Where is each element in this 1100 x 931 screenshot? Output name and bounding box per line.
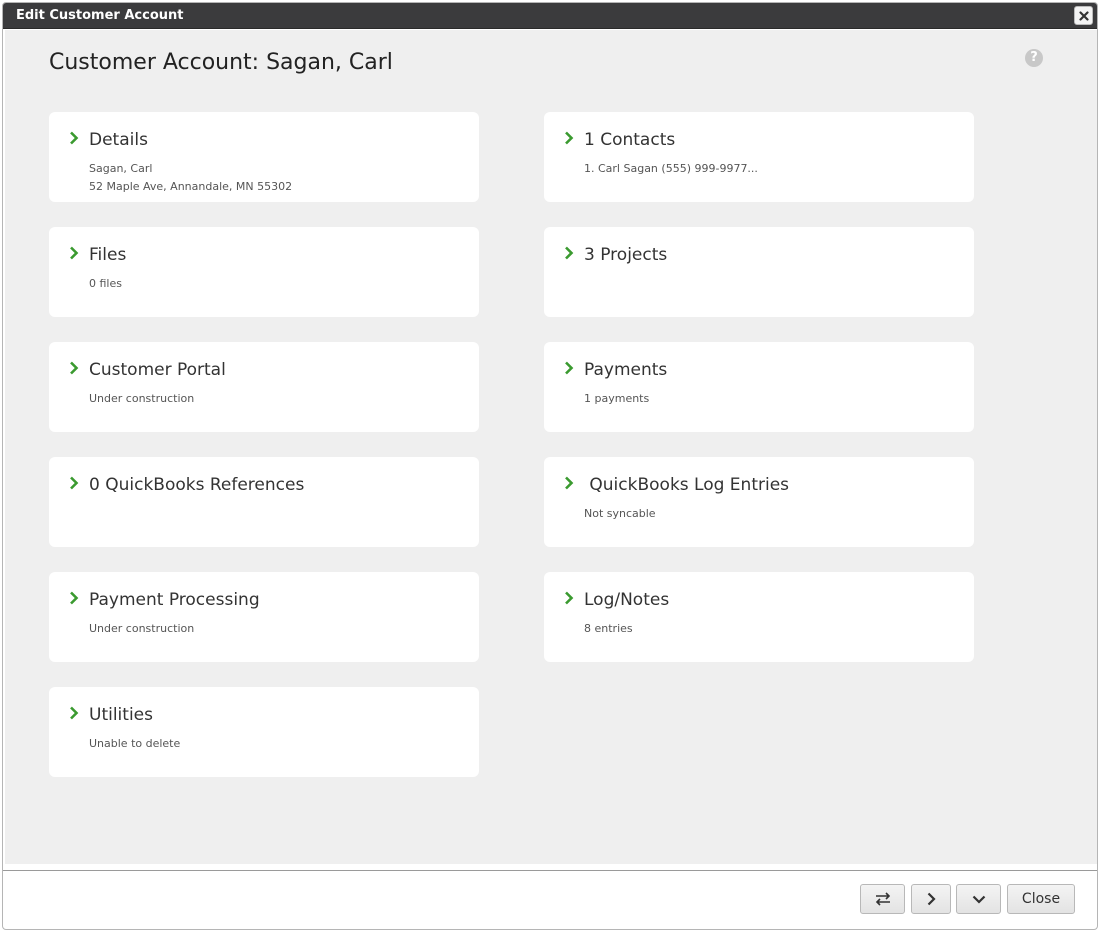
card-title: Details — [89, 130, 148, 150]
chevron-right-icon — [70, 131, 79, 145]
card-customer-portal[interactable]: Customer Portal Under construction — [49, 342, 479, 432]
page-title: Customer Account: Sagan, Carl — [49, 50, 393, 75]
card-title: Files — [89, 245, 127, 265]
card-subtitle: Sagan, Carl 52 Maple Ave, Annandale, MN … — [89, 160, 292, 196]
card-title: 0 QuickBooks References — [89, 475, 305, 495]
dialog-titlebar: Edit Customer Account — [3, 3, 1097, 29]
close-button-label: Close — [1021, 891, 1061, 907]
card-subtitle: 1 payments — [584, 392, 650, 405]
card-title: Payment Processing — [89, 590, 260, 610]
expand-down-button[interactable] — [956, 884, 1001, 914]
chevron-right-icon — [70, 706, 79, 720]
chevron-right-icon — [565, 591, 574, 605]
chevron-right-icon — [70, 591, 79, 605]
card-title: QuickBooks Log Entries — [584, 475, 790, 495]
footer-divider — [3, 870, 1097, 871]
swap-arrows-icon — [875, 892, 890, 906]
card-title: 1 Contacts — [584, 130, 676, 150]
help-icon[interactable]: ? — [1025, 49, 1043, 67]
card-title: 3 Projects — [584, 245, 668, 265]
details-address: 52 Maple Ave, Annandale, MN 55302 — [89, 180, 293, 193]
card-subtitle: Not syncable — [584, 507, 656, 520]
card-payment-processing[interactable]: Payment Processing Under construction — [49, 572, 479, 662]
card-subtitle: Unable to delete — [89, 737, 181, 750]
card-details[interactable]: Details Sagan, Carl 52 Maple Ave, Annand… — [49, 112, 479, 202]
card-projects[interactable]: 3 Projects — [544, 227, 974, 317]
card-subtitle: 1. Carl Sagan (555) 999-9977... — [584, 162, 758, 175]
card-quickbooks-references[interactable]: 0 QuickBooks References — [49, 457, 479, 547]
dialog-title: Edit Customer Account — [16, 8, 184, 23]
chevron-right-icon — [70, 476, 79, 490]
chevron-right-icon — [565, 476, 574, 490]
card-utilities[interactable]: Utilities Unable to delete — [49, 687, 479, 777]
next-button[interactable] — [911, 884, 951, 914]
card-title: Log/Notes — [584, 590, 670, 610]
card-files[interactable]: Files 0 files — [49, 227, 479, 317]
chevron-right-icon — [565, 131, 574, 145]
dialog-close-button[interactable] — [1074, 6, 1093, 25]
chevron-down-icon — [972, 895, 985, 904]
card-quickbooks-log-entries[interactable]: QuickBooks Log Entries Not syncable — [544, 457, 974, 547]
card-contacts[interactable]: 1 Contacts 1. Carl Sagan (555) 999-9977.… — [544, 112, 974, 202]
chevron-right-icon — [565, 361, 574, 375]
card-title: Utilities — [89, 705, 153, 725]
chevron-right-icon — [70, 361, 79, 375]
dialog-content: Customer Account: Sagan, Carl ? Details … — [5, 30, 1097, 864]
close-icon — [1078, 10, 1089, 21]
edit-customer-dialog: Edit Customer Account Customer Account: … — [2, 2, 1098, 930]
card-subtitle: 0 files — [89, 277, 122, 290]
card-subtitle: 8 entries — [584, 622, 633, 635]
swap-button[interactable] — [860, 884, 905, 914]
card-title: Customer Portal — [89, 360, 226, 380]
details-name: Sagan, Carl — [89, 162, 153, 175]
card-subtitle: Under construction — [89, 622, 195, 635]
chevron-right-icon — [565, 246, 574, 260]
card-subtitle: Under construction — [89, 392, 195, 405]
card-payments[interactable]: Payments 1 payments — [544, 342, 974, 432]
chevron-right-icon — [927, 892, 936, 906]
card-log-notes[interactable]: Log/Notes 8 entries — [544, 572, 974, 662]
chevron-right-icon — [70, 246, 79, 260]
card-title: Payments — [584, 360, 668, 380]
close-button[interactable]: Close — [1007, 884, 1075, 914]
